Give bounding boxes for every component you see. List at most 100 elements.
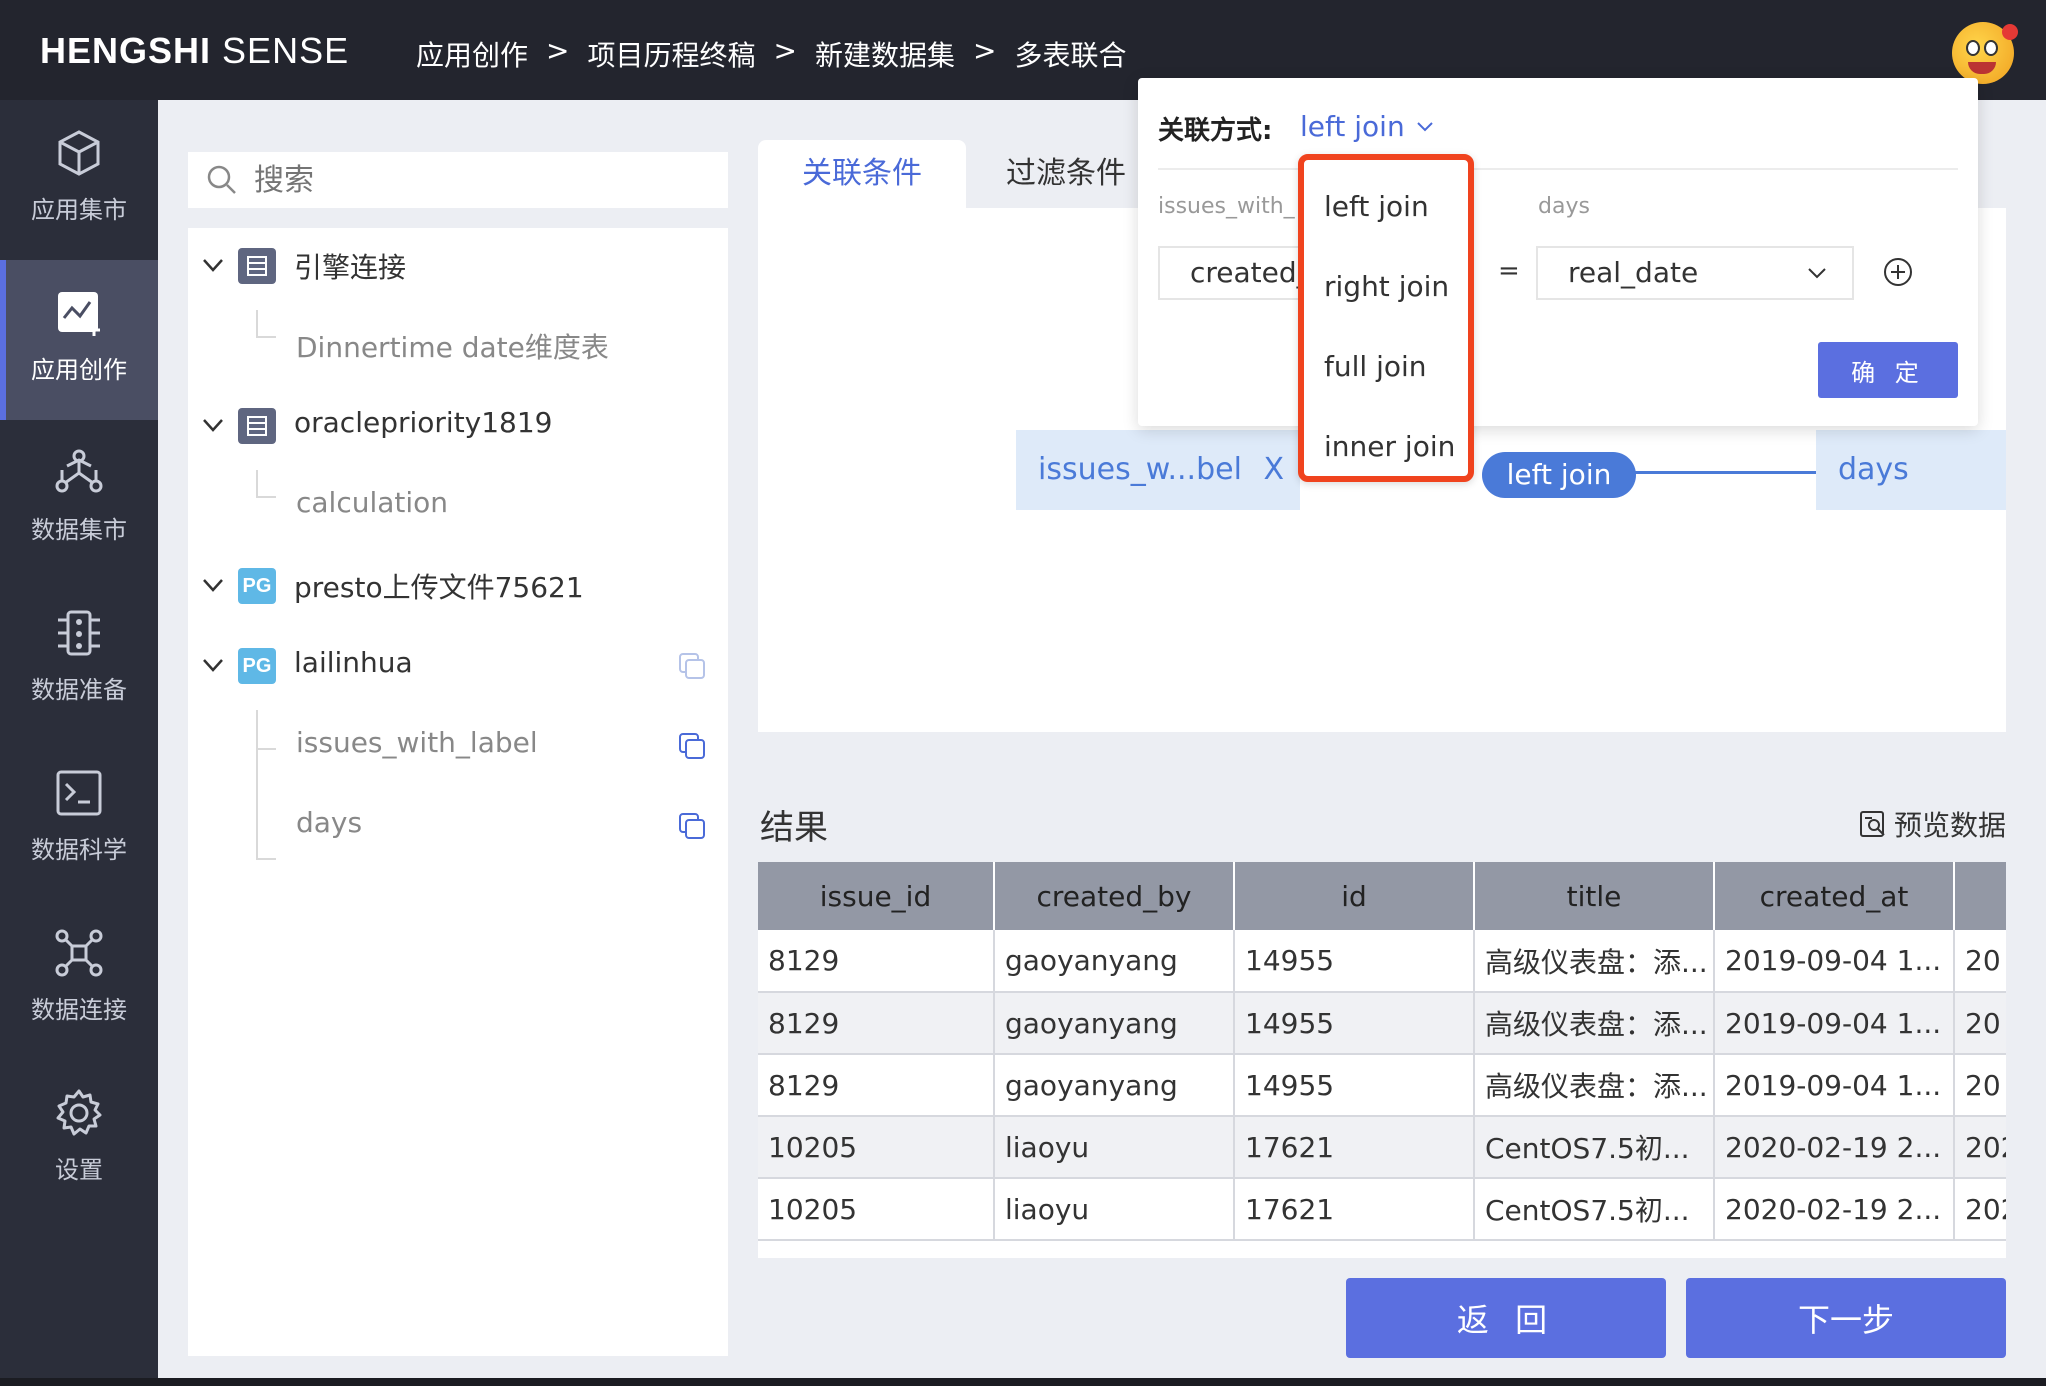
table-cell: 202: [1954, 1116, 2006, 1179]
chevron-down-icon[interactable]: [200, 252, 226, 278]
join-method-label: 关联方式:: [1158, 116, 1273, 146]
chevron-down-icon[interactable]: [200, 412, 226, 438]
table-cell: 20: [1954, 1054, 2006, 1117]
copy-icon[interactable]: [676, 730, 708, 762]
sidebar-item-app-market[interactable]: 应用集市: [0, 100, 158, 260]
tree-node-label: Dinnertime date维度表: [296, 331, 609, 364]
sidebar-item-settings[interactable]: 设置: [0, 1060, 158, 1220]
network-icon: [55, 449, 103, 493]
column-header[interactable]: created_at: [1714, 862, 1955, 930]
avatar-eye-icon: [1966, 40, 1980, 56]
column-header[interactable]: created_by: [994, 862, 1235, 930]
join-method-select[interactable]: left join: [1300, 110, 1435, 143]
breadcrumb-item[interactable]: 应用创作: [416, 34, 528, 74]
breadcrumb-separator: >: [546, 34, 570, 67]
sidebar-item-data-prep[interactable]: 数据准备: [0, 580, 158, 740]
join-option-left[interactable]: left join: [1324, 190, 1429, 223]
sidebar-item-data-science[interactable]: 数据科学: [0, 740, 158, 900]
column-header[interactable]: issue_id: [758, 862, 995, 930]
tree-node-table[interactable]: calculation: [188, 476, 728, 536]
join-node-right[interactable]: days: [1816, 430, 2006, 510]
tree-node-pg[interactable]: PG presto上传文件75621: [188, 556, 728, 616]
avatar-mouth-icon: [1968, 62, 1996, 74]
sidebar-item-label: 数据科学: [31, 836, 127, 864]
column-header[interactable]: [1954, 862, 2006, 930]
tab-join-conditions[interactable]: 关联条件: [758, 140, 966, 208]
chevron-down-icon: [1416, 121, 1433, 131]
sidebar-item-data-connect[interactable]: 数据连接: [0, 900, 158, 1060]
postgres-icon: PG: [238, 648, 276, 684]
divider: [1158, 168, 1958, 170]
right-field-select[interactable]: real_date: [1536, 246, 1854, 300]
tree-node-table[interactable]: Dinnertime date维度表: [188, 316, 728, 376]
gear-icon: [56, 1089, 102, 1136]
sidebar-item-label: 数据准备: [31, 676, 127, 704]
table-cell: liaoyu: [994, 1178, 1235, 1241]
breadcrumb-item[interactable]: 新建数据集: [815, 34, 955, 74]
tree-node-table[interactable]: days: [188, 796, 728, 856]
table-cell: 20: [1954, 992, 2006, 1055]
back-button[interactable]: 返 回: [1346, 1278, 1666, 1358]
tree-node-engine[interactable]: oraclepriority1819: [188, 396, 728, 456]
chevron-down-icon[interactable]: [200, 652, 226, 678]
join-option-full[interactable]: full join: [1324, 350, 1427, 383]
table-row: 8129 gaoyanyang 14955 高级仪表盘：添... 2019-09-04 …: [758, 930, 2006, 993]
table-icon: [238, 248, 276, 284]
sidebar-item-data-market[interactable]: 数据集市: [0, 420, 158, 580]
table-cell: 高级仪表盘：添...: [1474, 930, 1715, 993]
table-cell: 202: [1954, 1178, 2006, 1241]
next-step-button[interactable]: 下一步: [1686, 1278, 2006, 1358]
sidebar-item-app-create[interactable]: 应用创作: [0, 260, 158, 420]
tree-node-label: 引擎连接: [294, 251, 407, 284]
copy-icon[interactable]: [676, 810, 708, 842]
table-row: 8129 gaoyanyang 14955 高级仪表盘：添... 2019-09-04 …: [758, 992, 2006, 1055]
tree-node-label: calculation: [296, 486, 449, 519]
tree-node-label: days: [296, 806, 363, 839]
table-cell: 17621: [1234, 1178, 1475, 1241]
avatar[interactable]: [1952, 22, 2018, 84]
confirm-button[interactable]: 确 定: [1818, 342, 1958, 398]
table-cell: 2020-02-19 2...: [1714, 1178, 1955, 1241]
sidebar-item-label: 数据集市: [31, 516, 127, 544]
close-icon[interactable]: X: [1263, 430, 1284, 510]
chevron-down-icon[interactable]: [200, 572, 226, 598]
connect-icon: [55, 929, 103, 977]
breadcrumb-current: 多表联合: [1014, 39, 1127, 72]
join-type-pill[interactable]: left join: [1482, 452, 1636, 498]
tab-filter-conditions[interactable]: 过滤条件: [966, 140, 1166, 208]
brand-bold: HENGSHI: [40, 30, 212, 71]
table-cell: 高级仪表盘：添...: [1474, 1054, 1715, 1117]
left-table-name: issues_with_: [1158, 194, 1295, 219]
terminal-icon: [56, 770, 102, 816]
search-input[interactable]: [254, 158, 714, 202]
table-row: 10205 liaoyu 17621 CentOS7.5初... 2020-02-19 …: [758, 1116, 2006, 1179]
join-settings-popover: 关联方式: left join issues_with_ days create…: [1138, 78, 1978, 426]
breadcrumb-item[interactable]: 项目历程终稿: [587, 34, 755, 74]
tree-node-table[interactable]: issues_with_label: [188, 716, 728, 776]
brand-logo[interactable]: HENGSHI SENSE: [40, 30, 349, 72]
add-condition-icon[interactable]: [1882, 256, 1914, 288]
table-cell: 14955: [1234, 992, 1475, 1055]
chevron-down-icon: [1808, 268, 1826, 279]
column-header[interactable]: title: [1474, 862, 1715, 930]
preview-data-button[interactable]: 预览数据: [1858, 804, 2006, 844]
join-option-right[interactable]: right join: [1324, 270, 1449, 303]
copy-icon[interactable]: [676, 650, 708, 682]
tree-node-label: presto上传文件75621: [294, 571, 584, 604]
table-cell: 17621: [1234, 1116, 1475, 1179]
table-header-row: issue_id created_by id title created_at: [758, 862, 2006, 930]
results-title: 结果: [760, 808, 828, 848]
sidebar: 应用集市 应用创作 数据集市 数据准备 数据科学 数据连接 设置: [0, 100, 158, 1386]
column-header[interactable]: id: [1234, 862, 1475, 930]
tree-node-label: oraclepriority1819: [294, 406, 553, 439]
join-node-left[interactable]: issues_w...bel X: [1016, 430, 1300, 510]
sidebar-item-label: 设置: [55, 1156, 103, 1184]
join-option-inner[interactable]: inner join: [1324, 430, 1455, 463]
avatar-eye-icon: [1984, 40, 1998, 56]
preview-icon: [1859, 811, 1885, 837]
table-cell: 14955: [1234, 930, 1475, 993]
tree-node-engine[interactable]: 引擎连接: [188, 236, 728, 296]
tree-node-pg[interactable]: PG lailinhua: [188, 636, 728, 696]
table-cell: 10205: [758, 1116, 995, 1179]
table-cell: 20: [1954, 930, 2006, 993]
